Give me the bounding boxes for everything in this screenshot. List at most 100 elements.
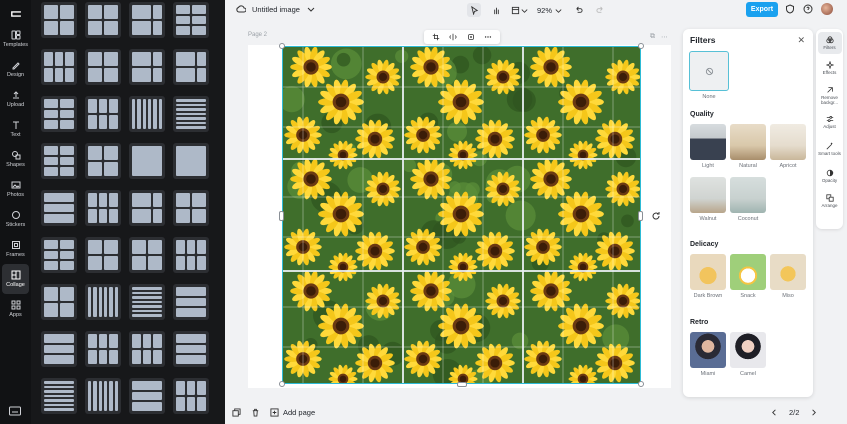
collage-template[interactable] — [173, 190, 209, 226]
filter-none[interactable]: None — [689, 51, 729, 100]
zoom-dropdown[interactable]: 92% — [537, 3, 563, 17]
collage-template[interactable] — [85, 284, 121, 320]
collage-template[interactable] — [41, 190, 77, 226]
collage-template[interactable] — [129, 49, 165, 85]
flip-icon[interactable] — [449, 33, 457, 41]
filter-natural[interactable]: Natural — [730, 124, 766, 169]
collage-template[interactable] — [173, 49, 209, 85]
collage-template[interactable] — [129, 2, 165, 38]
rail-item-design[interactable]: Design — [0, 54, 31, 84]
collage-template[interactable] — [85, 143, 121, 179]
layers-icon[interactable] — [467, 33, 475, 41]
filter-apricot[interactable]: Apricot — [770, 124, 806, 169]
collage-template[interactable] — [173, 284, 209, 320]
doc-title[interactable]: Untitled image — [252, 5, 300, 14]
rail-smart-tools[interactable]: Smart tools — [818, 136, 842, 162]
collage-template[interactable] — [41, 143, 77, 179]
collage-template[interactable] — [173, 143, 209, 179]
cloud-sync-icon[interactable] — [236, 4, 246, 14]
filter-coconut[interactable]: Coconut — [730, 177, 766, 222]
duplicate-page-icon[interactable]: ⧉ — [650, 33, 655, 41]
collage-template[interactable] — [129, 331, 165, 367]
collage-template[interactable] — [85, 49, 121, 85]
rail-item-apps[interactable]: Apps — [0, 294, 31, 324]
crop-icon[interactable] — [432, 33, 440, 41]
rail-remove-background[interactable]: Remove backgr... — [818, 82, 842, 108]
redo-button[interactable] — [593, 3, 607, 17]
more-icon[interactable]: ⋯ — [661, 33, 668, 41]
collage-template[interactable] — [41, 331, 77, 367]
resize-handle-bottom[interactable] — [457, 382, 467, 387]
resize-handle-bottom-left[interactable] — [279, 381, 285, 387]
canvas-size-button[interactable] — [511, 3, 529, 17]
filter-miami[interactable]: Miami — [690, 332, 726, 377]
rail-opacity[interactable]: Opacity — [818, 165, 842, 187]
shield-icon[interactable] — [785, 4, 795, 14]
capcut-logo-icon[interactable] — [6, 4, 26, 24]
collage-template[interactable] — [129, 143, 165, 179]
collage-template[interactable] — [85, 2, 121, 38]
filter-camel[interactable]: Camel — [730, 332, 766, 377]
collage-template[interactable] — [41, 2, 77, 38]
hand-tool-button[interactable] — [489, 3, 503, 17]
filter-walnut[interactable]: Walnut — [690, 177, 726, 222]
collage-template[interactable] — [129, 190, 165, 226]
collage-template[interactable] — [173, 2, 209, 38]
collage-template[interactable] — [85, 190, 121, 226]
add-page-button[interactable]: Add page — [270, 408, 315, 417]
collage-template[interactable] — [129, 96, 165, 132]
collage-template[interactable] — [129, 237, 165, 273]
rail-effects[interactable]: Effects — [818, 57, 842, 79]
resize-handle-left[interactable] — [279, 211, 284, 221]
collage-template[interactable] — [41, 237, 77, 273]
collage-template[interactable] — [41, 96, 77, 132]
rail-item-templates[interactable]: Templates — [0, 24, 31, 54]
rail-arrange[interactable]: Arrange — [818, 190, 842, 212]
collage-template[interactable] — [85, 96, 121, 132]
collage-template[interactable] — [41, 49, 77, 85]
resize-handle-top-right[interactable] — [638, 43, 644, 49]
collage-template[interactable] — [85, 378, 121, 414]
collage-template[interactable] — [173, 378, 209, 414]
resize-handle-top-left[interactable] — [279, 43, 285, 49]
keyboard-icon[interactable] — [9, 406, 21, 416]
filter-light[interactable]: Light — [690, 124, 726, 169]
trash-icon[interactable] — [251, 408, 260, 417]
rail-item-upload[interactable]: Upload — [0, 84, 31, 114]
rail-item-frames[interactable]: Frames — [0, 234, 31, 264]
select-tool-button[interactable] — [467, 3, 481, 17]
filter-dark-brown[interactable]: Dark Brown — [690, 254, 726, 299]
filter-snack[interactable]: Snack — [730, 254, 766, 299]
rotate-icon[interactable] — [651, 211, 661, 221]
collage-template[interactable] — [173, 331, 209, 367]
chevron-down-icon[interactable] — [306, 4, 316, 14]
collage-template[interactable] — [173, 96, 209, 132]
sunflower-collage-image[interactable] — [282, 46, 641, 384]
chevron-right-icon[interactable] — [809, 408, 818, 417]
rail-item-shapes[interactable]: Shapes — [0, 144, 31, 174]
undo-button[interactable] — [571, 3, 585, 17]
avatar[interactable] — [821, 3, 833, 15]
collage-template[interactable] — [129, 284, 165, 320]
duplicate-icon[interactable] — [232, 408, 241, 417]
rail-item-photos[interactable]: Photos — [0, 174, 31, 204]
rail-item-text[interactable]: Text — [0, 114, 31, 144]
filter-miso[interactable]: Miso — [770, 254, 806, 299]
collage-template[interactable] — [41, 378, 77, 414]
help-icon[interactable] — [803, 4, 813, 14]
more-options-icon[interactable] — [484, 33, 492, 41]
rail-item-collage[interactable]: Collage — [2, 264, 29, 294]
chevron-left-icon[interactable] — [770, 408, 779, 417]
resize-handle-bottom-right[interactable] — [638, 381, 644, 387]
rail-item-stickers[interactable]: Stickers — [0, 204, 31, 234]
close-icon[interactable]: ✕ — [797, 35, 805, 46]
export-button[interactable]: Export — [746, 2, 778, 17]
collage-template[interactable] — [85, 237, 121, 273]
collage-template[interactable] — [85, 331, 121, 367]
collage-template[interactable] — [173, 237, 209, 273]
rail-adjust[interactable]: Adjust — [818, 111, 842, 133]
resize-handle-right[interactable] — [638, 211, 643, 221]
collage-template[interactable] — [129, 378, 165, 414]
collage-template[interactable] — [41, 284, 77, 320]
rail-filters[interactable]: Filters — [817, 32, 842, 54]
